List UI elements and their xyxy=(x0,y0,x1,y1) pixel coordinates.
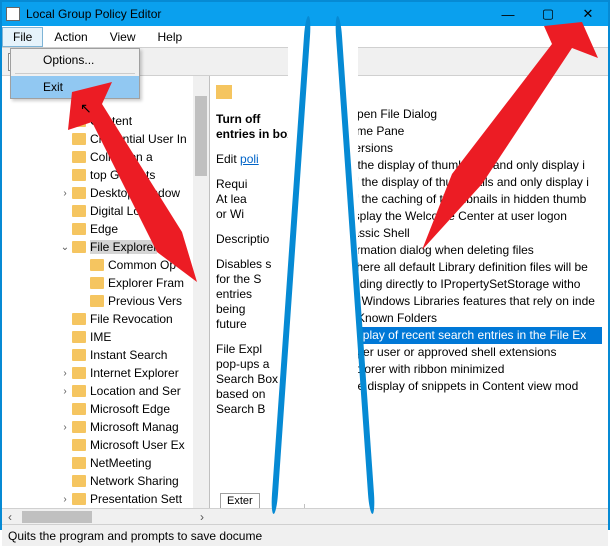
tree-node[interactable]: › Location and Ser xyxy=(2,382,209,400)
expand-icon[interactable]: › xyxy=(58,386,72,397)
status-text: Quits the program and prompts to save do… xyxy=(8,529,262,543)
folder-icon xyxy=(72,385,86,397)
req-line: or Wi xyxy=(216,207,244,221)
list-item[interactable]: only per user or approved shell extensio… xyxy=(311,344,602,361)
desc-line: based on xyxy=(216,387,265,401)
tree-node[interactable]: Network Sharing xyxy=(2,472,209,490)
req-line: Requi xyxy=(216,177,247,191)
folder-icon xyxy=(72,421,86,433)
desc-line: File Expl xyxy=(216,342,262,356)
desc-line: Search B xyxy=(216,402,265,416)
description-heading: Descriptio xyxy=(216,232,298,247)
folder-icon xyxy=(72,313,86,325)
folder-icon xyxy=(72,493,86,505)
tree-node[interactable]: › Presentation Sett xyxy=(2,490,209,508)
expand-icon[interactable]: › xyxy=(58,422,72,433)
list-item[interactable]: e Explorer with ribbon minimized xyxy=(311,361,602,378)
description-body: Disables s for the S entries being futur… xyxy=(216,257,298,332)
tree-node[interactable]: File Revocation xyxy=(2,310,209,328)
list-item[interactable]: le binding directly to IPropertySetStora… xyxy=(311,276,602,293)
status-bar: Quits the program and prompts to save do… xyxy=(2,524,608,546)
tree-label: Microsoft Manag xyxy=(90,420,179,434)
description-body2: File Expl pop-ups a Search Box based on … xyxy=(216,342,298,417)
mouse-cursor-icon: ↖ xyxy=(80,100,92,117)
folder-icon xyxy=(72,475,86,487)
list-item[interactable]: able Known Folders xyxy=(311,310,602,327)
folder-icon xyxy=(72,439,86,451)
scrollbar-thumb[interactable] xyxy=(22,511,92,523)
requirements: Requi At lea or Wi xyxy=(216,177,298,222)
list-item-selected[interactable]: off display of recent search entries in … xyxy=(311,327,602,344)
details-pane: Turn off entries in box Edit poli Requi … xyxy=(210,76,305,508)
edit-prefix: Edit xyxy=(216,152,240,166)
menu-action[interactable]: Action xyxy=(43,27,98,47)
req-line: At lea xyxy=(216,192,247,206)
tab-extended[interactable]: Exter xyxy=(220,493,260,508)
expand-icon[interactable]: › xyxy=(58,368,72,379)
folder-icon xyxy=(72,367,86,379)
tree-label: Presentation Sett xyxy=(90,492,182,506)
tree-label: Internet Explorer xyxy=(90,366,179,380)
desc-line: entries xyxy=(216,287,252,301)
tree-label: Microsoft User Ex xyxy=(90,438,185,452)
list-item[interactable]: on where all default Library definition … xyxy=(311,259,602,276)
tree-label: Network Sharing xyxy=(90,474,179,488)
horizontal-scrollbar[interactable]: ‹ › xyxy=(2,508,608,524)
tree-label: Location and Ser xyxy=(90,384,181,398)
tree-node[interactable]: Microsoft User Ex xyxy=(2,436,209,454)
folder-icon xyxy=(90,295,104,307)
folder-icon xyxy=(72,331,86,343)
tree-node[interactable]: Instant Search xyxy=(2,346,209,364)
scroll-right-icon[interactable]: › xyxy=(194,509,210,525)
menu-file[interactable]: File xyxy=(2,27,43,47)
tree-label: Instant Search xyxy=(90,348,167,362)
desc-line: Disables s xyxy=(216,257,271,271)
tree-label: NetMeeting xyxy=(90,456,151,470)
menu-separator xyxy=(15,73,135,74)
tree-node[interactable]: › Internet Explorer xyxy=(2,364,209,382)
policy-link[interactable]: poli xyxy=(240,152,259,166)
desc-line: pop-ups a xyxy=(216,357,269,371)
desc-line: for the S xyxy=(216,272,261,286)
desc-line: Search Box xyxy=(216,372,278,386)
scroll-left-icon[interactable]: ‹ xyxy=(2,509,18,525)
desc-line: being xyxy=(216,302,245,316)
folder-icon xyxy=(72,457,86,469)
annotation-arrow-right xyxy=(412,14,602,254)
details-header xyxy=(216,82,298,102)
edit-link-row: Edit poli xyxy=(216,152,298,167)
menu-view[interactable]: View xyxy=(99,27,147,47)
setting-title: Turn off entries in box xyxy=(216,112,298,142)
tree-label: Microsoft Edge xyxy=(90,402,170,416)
tree-node[interactable]: Microsoft Edge xyxy=(2,400,209,418)
menu-help[interactable]: Help xyxy=(147,27,194,47)
tree-node[interactable]: Previous Vers xyxy=(2,292,209,310)
folder-icon xyxy=(72,349,86,361)
desc-line: future xyxy=(216,317,247,331)
app-icon xyxy=(6,7,20,21)
list-item[interactable]: off the display of snippets in Content v… xyxy=(311,378,602,395)
tree-node[interactable]: IME xyxy=(2,328,209,346)
tree-label: Previous Vers xyxy=(108,294,182,308)
expand-icon[interactable]: › xyxy=(58,494,72,505)
tree-node[interactable]: › Microsoft Manag xyxy=(2,418,209,436)
menu-item-options[interactable]: Options... xyxy=(11,49,139,71)
folder-icon xyxy=(216,85,232,99)
tree-label: File Revocation xyxy=(90,312,173,326)
tree-label: IME xyxy=(90,330,111,344)
folder-icon xyxy=(72,403,86,415)
list-item[interactable]: rn off Windows Libraries features that r… xyxy=(311,293,602,310)
tree-node[interactable]: NetMeeting xyxy=(2,454,209,472)
